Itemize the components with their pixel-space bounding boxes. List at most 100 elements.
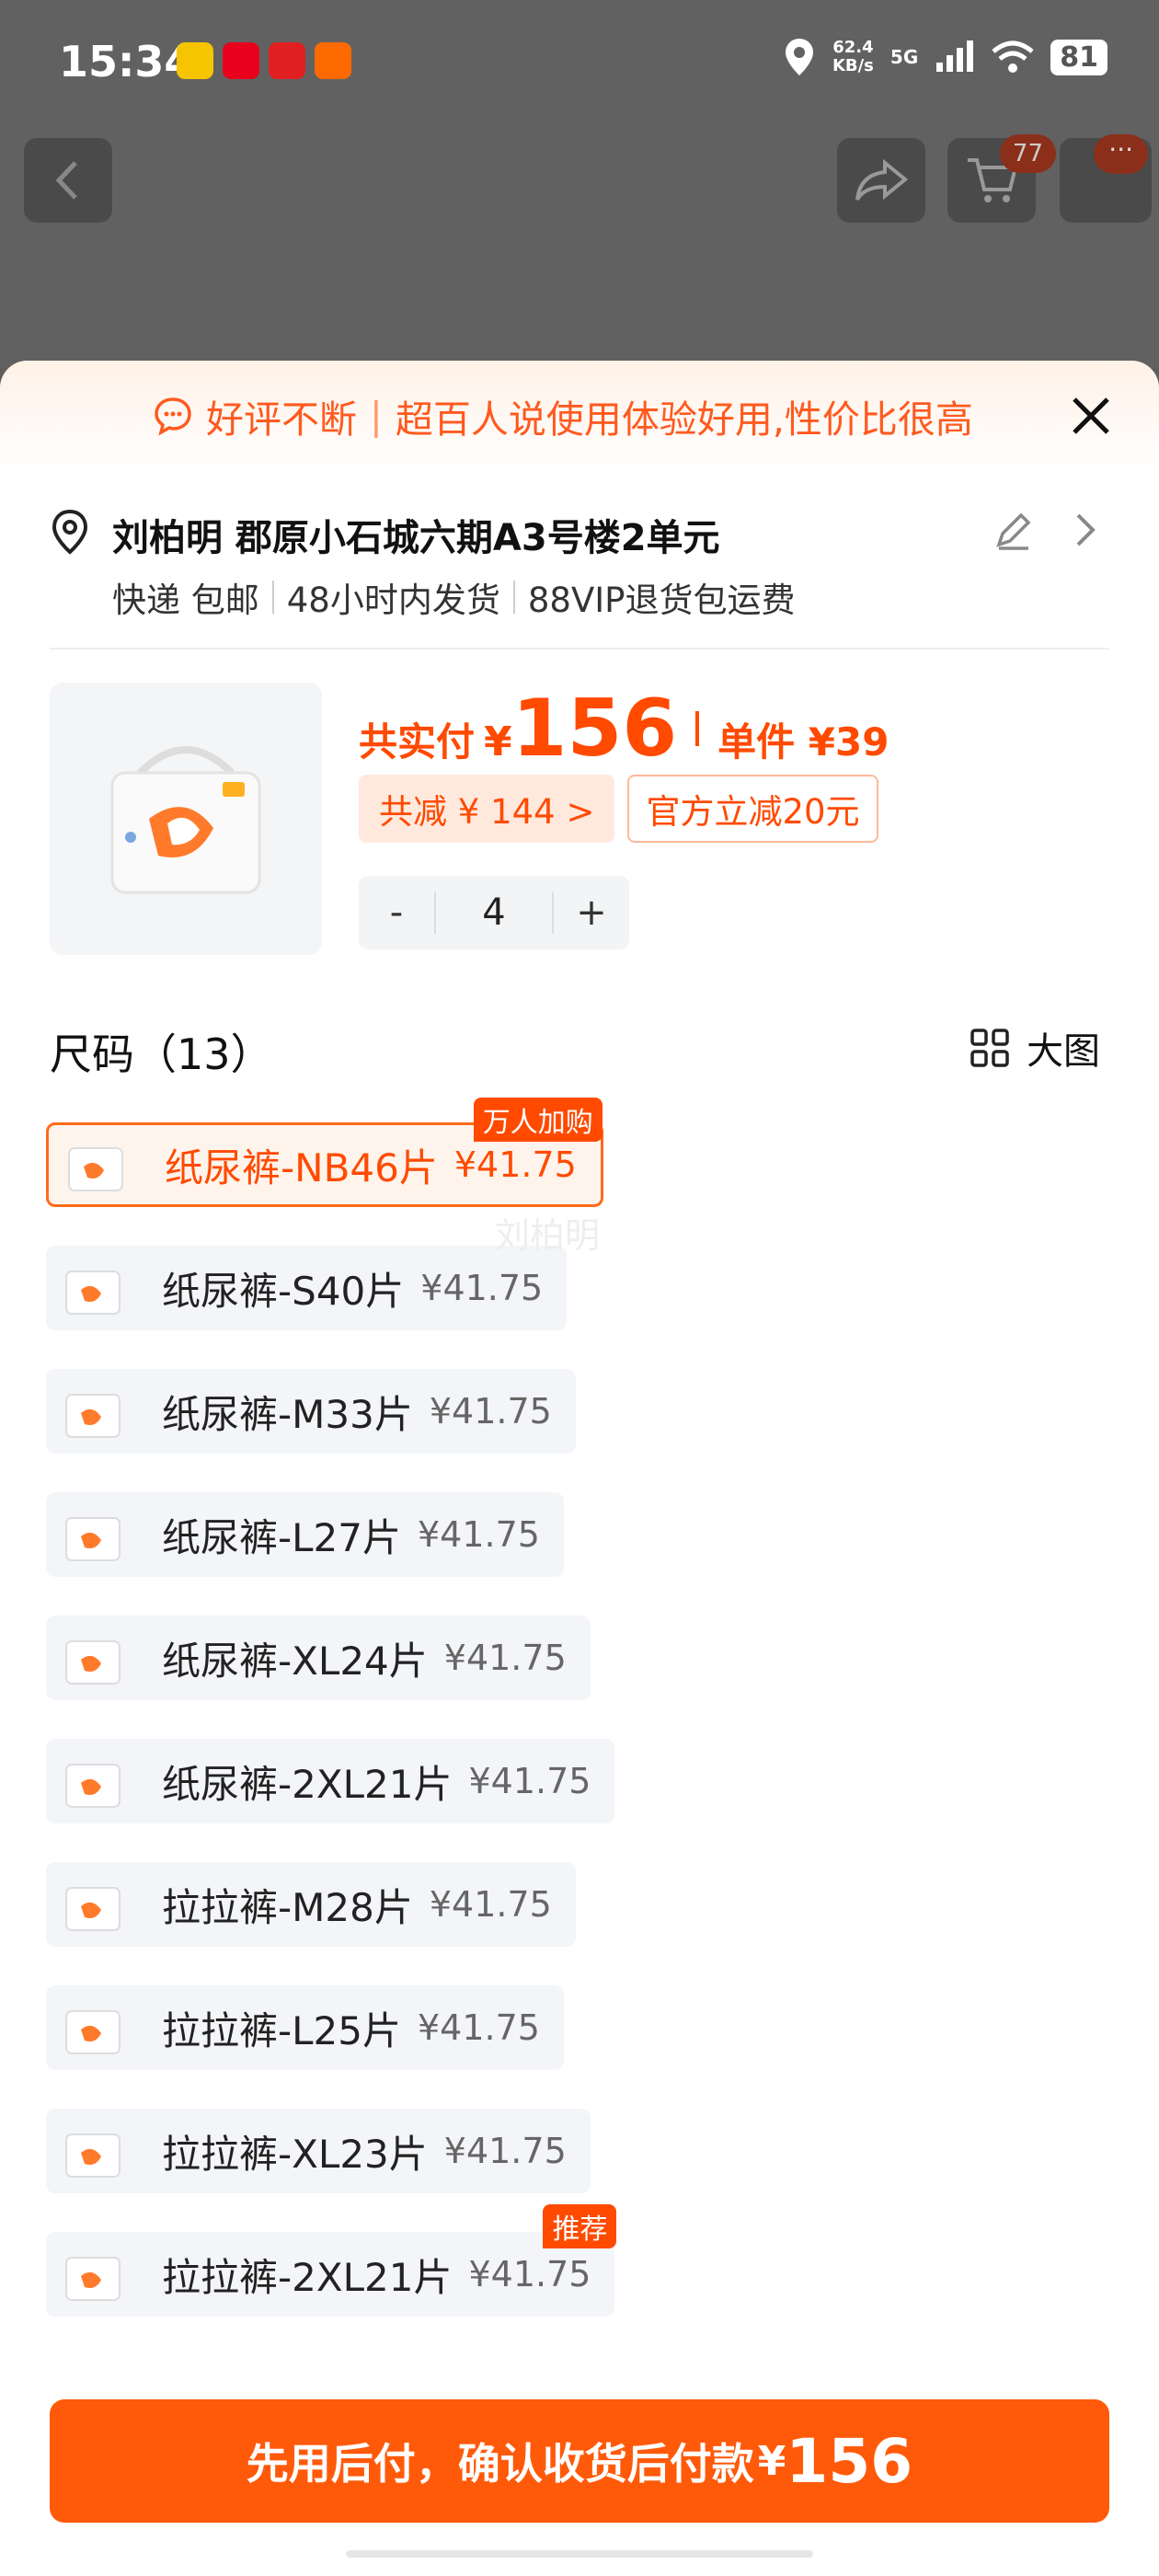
banner-highlight: 好评不断 — [206, 397, 357, 442]
app-notification-icon — [269, 42, 305, 79]
sku-selector-sheet: 好评不断 | 超百人说使用体验好用,性价比很高 刘柏明 郡原小石城六期A3号楼2… — [0, 361, 1159, 2576]
diaper-pack-thumbnail — [65, 1887, 120, 1931]
pay-later-button[interactable]: 先用后付，确认收货后付款 ¥ 156 — [50, 2399, 1109, 2523]
option-thumbnail — [52, 1498, 134, 1571]
signal-icon — [936, 40, 974, 72]
option-price: ¥41.75 — [468, 2254, 591, 2294]
option-price: ¥41.75 — [468, 1761, 591, 1801]
option-thumbnail — [52, 1251, 134, 1325]
option-thumbnail — [52, 1621, 134, 1695]
cta-currency: ¥ — [757, 2437, 786, 2485]
edit-icon[interactable] — [992, 508, 1036, 552]
option-thumbnail — [52, 2237, 134, 2311]
diaper-pack-image — [110, 746, 261, 894]
cart-count-badge: 77 — [999, 134, 1056, 173]
total-label: 共实付 — [359, 719, 476, 765]
option-name: 拉拉裤-XL23片 — [162, 2131, 428, 2177]
decrease-button[interactable]: - — [359, 891, 434, 934]
option-price: ¥41.75 — [418, 2007, 540, 2048]
speed-unit: KB/s — [832, 56, 874, 75]
increase-button[interactable]: + — [554, 891, 629, 934]
large-image-label: 大图 — [1027, 1030, 1100, 1073]
option-thumbnail — [52, 2114, 134, 2188]
discount-chips: 共减 ¥ 144 > 官方立减20元 — [359, 775, 878, 843]
return-policy: 88VIP退货包运费 — [527, 581, 796, 620]
large-image-toggle[interactable]: 大图 — [970, 1021, 1100, 1075]
option-price: ¥41.75 — [429, 1884, 552, 1925]
quantity-value[interactable]: 4 — [434, 891, 554, 934]
chat-bubble-icon — [155, 397, 191, 436]
option-name: 纸尿裤-NB46片 — [165, 1144, 438, 1190]
size-section-title: 尺码（13） — [50, 1029, 273, 1079]
cta-amount: 156 — [786, 2425, 913, 2497]
review-banner: 好评不断 | 超百人说使用体验好用,性价比很高 — [0, 361, 1159, 471]
close-icon[interactable] — [1063, 388, 1119, 443]
status-time: 15:34 — [59, 37, 194, 86]
network-type: 5G — [889, 46, 919, 68]
location-icon — [785, 39, 813, 75]
divider — [512, 581, 515, 614]
size-option[interactable]: 纸尿裤-XL24片 ¥41.75 — [46, 1616, 591, 1700]
option-name: 纸尿裤-S40片 — [162, 1268, 405, 1314]
grid-icon — [970, 1029, 1009, 1067]
price-separator — [695, 711, 700, 746]
banner-text: 好评不断 | 超百人说使用体验好用,性价比很高 — [153, 388, 973, 443]
user-watermark: 刘柏明 — [495, 1215, 601, 1256]
battery-level: 81 — [1050, 39, 1107, 75]
size-option[interactable]: 拉拉裤-M28片 ¥41.75 — [46, 1862, 576, 1947]
section-divider — [50, 648, 1109, 650]
currency-symbol: ¥ — [484, 719, 512, 765]
notification-icons — [177, 42, 351, 79]
home-indicator[interactable] — [346, 2550, 813, 2558]
option-thumbnail — [54, 1128, 137, 1202]
share-button[interactable] — [837, 138, 925, 223]
option-price: ¥41.75 — [420, 1268, 544, 1308]
diaper-pack-thumbnail — [65, 1271, 120, 1315]
cart-button[interactable]: 77 — [947, 134, 1056, 223]
location-pin-icon — [52, 509, 88, 555]
recommended-tag: 推荐 — [543, 2204, 617, 2248]
app-notification-icon — [223, 42, 259, 79]
app-notification-icon — [177, 42, 213, 79]
chevron-right-icon[interactable] — [1069, 508, 1102, 552]
product-image[interactable] — [50, 683, 322, 955]
share-icon — [855, 158, 909, 201]
speed-value: 62.4 — [832, 38, 874, 57]
status-bar: 15:34 62.4 KB/s 5G 81 — [0, 0, 1159, 120]
size-option[interactable]: 拉拉裤-L25片 ¥41.75 — [46, 1985, 564, 2070]
option-thumbnail — [52, 1868, 134, 1941]
size-option[interactable]: 拉拉裤-2XL21片 ¥41.75 推荐 — [46, 2204, 617, 2317]
option-price: ¥41.75 — [443, 2131, 567, 2171]
total-amount: 156 — [511, 683, 678, 775]
size-option[interactable]: 拉拉裤-XL23片 ¥41.75 — [46, 2109, 591, 2193]
address-name-line[interactable]: 刘柏明 郡原小石城六期A3号楼2单元 — [112, 508, 720, 561]
diaper-pack-thumbnail — [65, 1517, 120, 1561]
option-price: ¥41.75 — [429, 1391, 552, 1432]
back-button[interactable] — [24, 138, 112, 223]
footer-bar: 先用后付，确认收货后付款 ¥ 156 — [0, 2392, 1159, 2576]
diaper-pack-thumbnail — [65, 2257, 120, 2301]
chevron-left-icon — [55, 161, 77, 200]
network-speed: 62.4 KB/s — [832, 39, 874, 75]
option-thumbnail — [52, 1991, 134, 2064]
size-option[interactable]: 纸尿裤-M33片 ¥41.75 — [46, 1369, 576, 1454]
wifi-icon — [992, 40, 1034, 73]
option-name: 纸尿裤-2XL21片 — [162, 1761, 453, 1807]
size-option[interactable]: 纸尿裤-L27片 ¥41.75 — [46, 1492, 564, 1577]
option-name: 纸尿裤-XL24片 — [162, 1638, 428, 1684]
popular-tag: 万人加购 — [473, 1098, 602, 1142]
banner-separator: | — [370, 394, 383, 438]
size-option[interactable]: 纸尿裤-2XL21片 ¥41.75 — [46, 1739, 615, 1823]
diaper-pack-thumbnail — [68, 1147, 123, 1191]
diaper-pack-thumbnail — [65, 2133, 120, 2178]
option-name: 拉拉裤-2XL21片 — [162, 2254, 453, 2300]
option-price: ¥41.75 — [418, 1514, 540, 1555]
size-option-selected[interactable]: 纸尿裤-NB46片 ¥41.75 万人加购 — [46, 1098, 603, 1207]
discount-detail-chip[interactable]: 共减 ¥ 144 > — [359, 775, 615, 843]
option-thumbnail — [52, 1374, 134, 1448]
diaper-pack-thumbnail — [65, 1764, 120, 1808]
option-name: 纸尿裤-M33片 — [162, 1391, 413, 1437]
size-option[interactable]: 纸尿裤-S40片 ¥41.75 — [46, 1246, 568, 1330]
more-button[interactable]: ··· — [1060, 134, 1152, 223]
price-summary: 共实付 ¥ 156 单件 ¥39 — [359, 683, 889, 775]
